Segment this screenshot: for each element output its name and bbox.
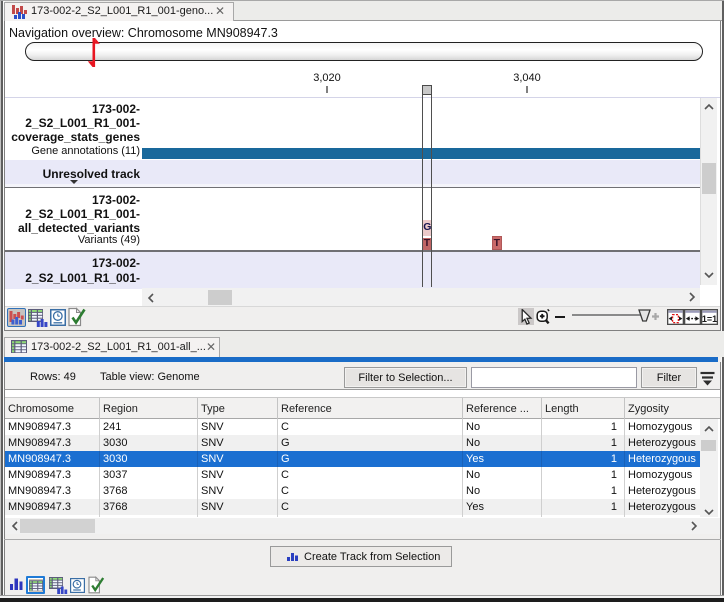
svg-text:1=1: 1=1 bbox=[702, 314, 717, 324]
